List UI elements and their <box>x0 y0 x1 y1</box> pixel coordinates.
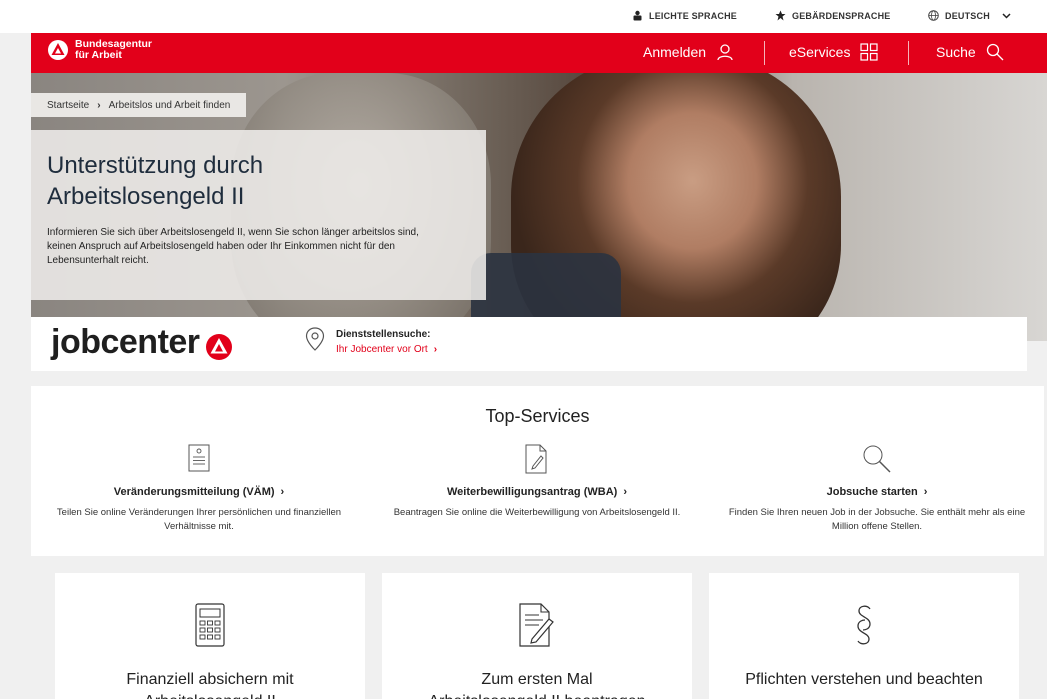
hero-banner: Startseite › Arbeitslos und Arbeit finde… <box>31 73 1047 341</box>
page-title-line1: Unterstützung durch <box>47 152 264 179</box>
service-description: Beantragen Sie online die Weiterbewillig… <box>393 507 681 518</box>
paragraph-icon <box>857 605 871 645</box>
card-financial-security[interactable]: Finanziell absichern mit Arbeitslosengel… <box>55 573 365 699</box>
login-label: Anmelden <box>643 44 707 60</box>
chevron-right-icon: › <box>923 486 928 498</box>
card-title-line2: Arbeitslosengeld II beantragen <box>382 691 692 699</box>
card-title-line1: Finanziell absichern mit <box>126 671 294 688</box>
office-finder-link-text: Ihr Jobcenter vor Ort <box>336 344 428 355</box>
chevron-right-icon: › <box>433 344 438 355</box>
eservices-label: eServices <box>789 44 851 60</box>
sign-language-icon <box>775 10 786 21</box>
page-title: Unterstützung durch Arbeitslosengeld II <box>47 150 470 212</box>
service-item-jobsearch[interactable]: Jobsuche starten › Finden Sie Ihren neuen… <box>717 444 1037 534</box>
edit-document-icon <box>525 444 547 474</box>
card-title-line1: Zum ersten Mal <box>481 671 593 688</box>
chevron-right-icon: › <box>623 486 627 498</box>
sign-language-label: GEBÄRDENSPRACHE <box>792 10 891 21</box>
hero-description: Informieren Sie sich über Arbeitslosenge… <box>47 227 419 266</box>
nav-divider <box>908 41 909 65</box>
sign-language-link[interactable]: GEBÄRDENSPRACHE <box>775 10 891 21</box>
eservices-button[interactable]: eServices <box>789 43 879 61</box>
document-icon <box>188 444 210 472</box>
user-icon <box>717 44 733 61</box>
logo-line2: für Arbeit <box>75 49 122 61</box>
ba-logo-icon <box>205 333 232 360</box>
search-icon <box>986 43 1004 61</box>
calculator-icon <box>195 603 225 647</box>
chevron-right-icon: › <box>280 486 285 498</box>
grid-icon <box>860 43 879 61</box>
page-title-line2: Arbeitslosengeld II <box>47 183 245 210</box>
service-description: Teilen Sie online Veränderungen Ihrer pe… <box>56 507 342 532</box>
language-selector[interactable]: DEUTSCH <box>928 10 1011 21</box>
service-title: Jobsuche starten <box>826 486 918 498</box>
ba-logo-icon <box>48 40 68 60</box>
hero-text-panel: Unterstützung durch Arbeitslosengeld II … <box>31 130 486 300</box>
location-pin-icon <box>305 327 325 351</box>
service-title: Weiterbewilligungsantrag (WBA) <box>447 486 618 498</box>
nav-divider <box>764 41 765 65</box>
utility-bar: LEICHTE SPRACHE GEBÄRDENSPRACHE DEUTSCH <box>0 0 1047 33</box>
form-edit-icon <box>519 603 554 647</box>
service-description: Finden Sie Ihren neuen Job in der Jobsuc… <box>728 507 1026 532</box>
easy-language-icon <box>633 10 642 21</box>
service-item-wba[interactable]: Weiterbewilligungsantrag (WBA) › Beantrag… <box>377 444 697 520</box>
search-label: Suche <box>936 44 976 60</box>
search-icon <box>863 445 891 473</box>
office-finder-link[interactable]: Ihr Jobcenter vor Ort › <box>336 344 437 355</box>
jobcenter-bar: jobcenter Dienststellensuche: Ihr Jobcen… <box>31 317 1027 371</box>
service-title: Veränderungsmitteilung (VÄM) <box>113 486 275 498</box>
breadcrumb: Startseite › Arbeitslos und Arbeit finde… <box>31 93 247 117</box>
login-button[interactable]: Anmelden <box>643 43 734 61</box>
ba-logo[interactable]: Bundesagentur für Arbeit <box>47 39 152 61</box>
card-first-application[interactable]: Zum ersten Mal Arbeitslosengeld II beant… <box>382 573 692 699</box>
main-header: Bundesagentur für Arbeit Anmelden eServi… <box>31 33 1047 73</box>
breadcrumb-item-current[interactable]: Arbeitslos und Arbeit finden <box>109 100 231 111</box>
chevron-right-icon: › <box>97 99 101 111</box>
service-item-vaem[interactable]: Veränderungsmitteilung (VÄM) › Teilen Sie… <box>39 444 359 534</box>
card-title-line2: Arbeitslosengeld II <box>55 691 365 699</box>
easy-language-link[interactable]: LEICHTE SPRACHE <box>632 10 737 21</box>
chevron-down-icon <box>1002 12 1011 19</box>
search-button[interactable]: Suche <box>936 43 1004 61</box>
jobcenter-logo[interactable]: jobcenter <box>51 323 234 362</box>
office-finder-label: Dienststellensuche: <box>336 329 431 340</box>
card-title-line1: Pflichten verstehen und beachten <box>745 671 983 688</box>
globe-icon <box>928 10 939 21</box>
easy-language-label: LEICHTE SPRACHE <box>649 10 738 21</box>
top-services-section: Top-Services Veränderungsmitteilung (VÄM… <box>31 386 1044 556</box>
breadcrumb-item-home[interactable]: Startseite <box>47 100 89 111</box>
jobcenter-logo-text: jobcenter <box>51 323 200 361</box>
top-services-title: Top-Services <box>485 406 590 426</box>
language-label: DEUTSCH <box>945 10 990 21</box>
card-obligations[interactable]: Pflichten verstehen und beachten <box>709 573 1019 699</box>
